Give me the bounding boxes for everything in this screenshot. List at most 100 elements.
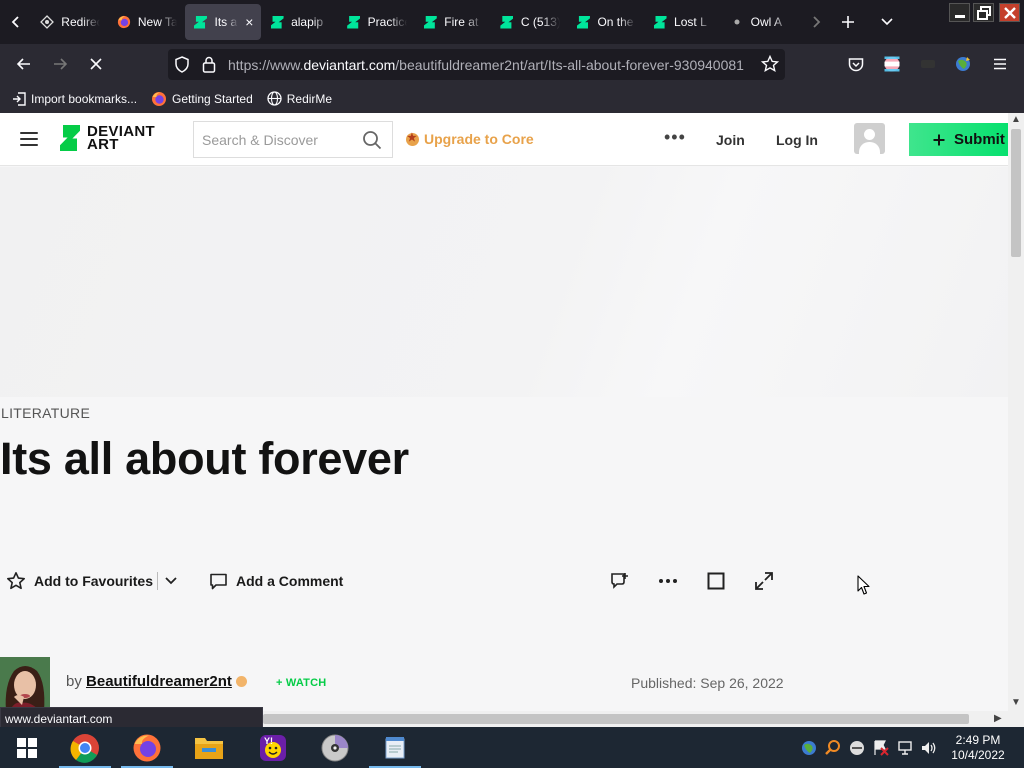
tab-label: Lost L (674, 15, 707, 29)
site-header: DEVIANT ART Upgrade to Core ••• Join Log… (0, 113, 1008, 166)
globe-icon (267, 91, 282, 106)
add-comment-button[interactable]: Add a Comment (209, 567, 343, 595)
add-to-collection-button[interactable] (608, 569, 632, 593)
browser-tab[interactable]: Redirect (32, 4, 108, 40)
padlock-icon[interactable] (202, 56, 216, 76)
globe-tray-icon[interactable] (800, 739, 818, 757)
horizontal-scroll-thumb[interactable] (263, 714, 969, 724)
url-text[interactable]: https://www.deviantart.com/beautifuldrea… (228, 57, 753, 73)
extension-flag-button[interactable] (875, 44, 909, 84)
vertical-scrollbar[interactable]: ▲ ▼ (1008, 113, 1024, 711)
stop-loading-button[interactable] (79, 44, 113, 84)
close-icon (1003, 6, 1016, 19)
taskbar-yahoo-messenger[interactable]: Y! (244, 727, 302, 768)
join-link[interactable]: Join (716, 132, 745, 148)
tab-scroll-right-button[interactable] (800, 0, 832, 44)
taskbar-clock[interactable]: 2:49 PM 10/4/2022 (940, 733, 1016, 763)
new-tab-button[interactable] (832, 0, 864, 44)
tab-label: alapip (291, 15, 324, 29)
app-menu-button[interactable] (983, 44, 1017, 84)
web-page: DEVIANT ART Upgrade to Core ••• Join Log… (0, 113, 1008, 711)
taskbar-notepad[interactable] (366, 727, 424, 768)
browser-tab[interactable]: Practice (339, 4, 415, 40)
fullscreen-button[interactable] (752, 569, 776, 593)
search-input[interactable] (194, 122, 354, 157)
network-icon[interactable] (896, 739, 914, 757)
upgrade-to-core-link[interactable]: Upgrade to Core (406, 131, 534, 147)
watch-button[interactable]: + WATCH (276, 677, 326, 689)
favourite-options-button[interactable] (159, 569, 183, 593)
author-avatar[interactable] (0, 657, 50, 711)
submit-button[interactable]: Submit (909, 123, 1008, 156)
pocket-button[interactable] (839, 44, 873, 84)
taskbar-file-explorer[interactable] (180, 727, 238, 768)
arrow-left-icon (16, 58, 30, 70)
deviantart-icon (423, 15, 437, 29)
bookmark-import[interactable]: Import bookmarks... (12, 92, 137, 106)
browser-tab[interactable]: alapip (262, 4, 338, 40)
browser-tab[interactable]: Fire at (415, 4, 491, 40)
deviantart-logo[interactable]: DEVIANT ART (60, 124, 155, 152)
forward-button[interactable] (43, 44, 77, 84)
more-menu-button[interactable]: ••• (664, 127, 686, 148)
extension-icon (921, 60, 935, 68)
taskbar-firefox[interactable] (118, 727, 176, 768)
action-center-flag-icon[interactable] (872, 739, 890, 757)
scroll-right-arrow-icon[interactable]: ▶ (994, 713, 1002, 724)
extension-dark-button[interactable] (911, 44, 945, 84)
extension-globe-button[interactable] (946, 44, 980, 84)
bookmark-getting-started[interactable]: Getting Started (151, 91, 253, 107)
taskbar-media-player[interactable] (306, 727, 364, 768)
search-icon[interactable] (362, 130, 382, 150)
artwork-category[interactable]: LITERATURE (1, 405, 90, 421)
author-name-link[interactable]: Beautifuldreamer2nt (86, 673, 232, 690)
stop-icon (90, 58, 102, 70)
close-window-button[interactable] (999, 3, 1020, 22)
add-to-favourites-button[interactable]: Add to Favourites (6, 567, 153, 595)
tracking-protection-shield-icon[interactable] (174, 56, 190, 76)
published-date: Published: Sep 26, 2022 (631, 675, 784, 691)
site-menu-icon[interactable] (20, 132, 38, 146)
back-button[interactable] (7, 44, 41, 84)
byline-prefix: by (66, 673, 82, 690)
tab-scroll-left-button[interactable] (0, 0, 32, 44)
view-mode-button[interactable] (704, 569, 728, 593)
browser-tab[interactable]: On the (568, 4, 644, 40)
scrollbar-corner (1008, 711, 1024, 727)
volume-icon[interactable] (920, 739, 938, 757)
tab-close-icon[interactable]: × (245, 14, 253, 30)
deviantart-icon (653, 15, 667, 29)
vertical-scroll-thumb[interactable] (1011, 129, 1021, 257)
tab-label: New Tab (137, 15, 177, 29)
scroll-up-arrow-icon[interactable]: ▲ (1011, 114, 1021, 125)
address-bar[interactable]: https://www.deviantart.com/beautifuldrea… (168, 49, 785, 80)
taskbar-chrome[interactable] (56, 727, 114, 768)
scroll-down-arrow-icon[interactable]: ▼ (1011, 697, 1021, 708)
restore-button[interactable] (973, 3, 994, 22)
browser-tab[interactable]: New Tab (109, 4, 185, 40)
comment-icon (210, 573, 227, 589)
submit-label: Submit (954, 131, 1005, 148)
start-button[interactable] (0, 727, 54, 768)
firefox-icon (152, 91, 167, 106)
browser-tab[interactable]: Its all about forever × (185, 4, 262, 40)
browser-tab[interactable]: Lost L (645, 4, 721, 40)
horizontal-scrollbar[interactable]: ▶ (263, 711, 1008, 727)
bookmark-star-icon[interactable] (760, 54, 780, 76)
user-avatar-placeholder[interactable] (854, 123, 885, 154)
list-all-tabs-button[interactable] (871, 0, 903, 44)
import-icon (13, 91, 26, 106)
login-link[interactable]: Log In (776, 132, 818, 148)
browser-tab[interactable]: C (513) (492, 4, 568, 40)
minimize-button[interactable] (949, 3, 970, 22)
plus-icon (933, 134, 945, 145)
do-not-disturb-icon[interactable] (848, 739, 866, 757)
bookmark-label: Getting Started (172, 91, 253, 106)
upgrade-label: Upgrade to Core (424, 131, 534, 147)
browser-tab[interactable]: Owl A (722, 4, 798, 40)
search-tray-icon[interactable] (824, 739, 842, 757)
dot-icon (730, 15, 744, 29)
more-actions-button[interactable] (656, 569, 680, 593)
deviantart-icon (347, 15, 361, 29)
bookmark-redirme[interactable]: RedirMe (267, 91, 332, 106)
